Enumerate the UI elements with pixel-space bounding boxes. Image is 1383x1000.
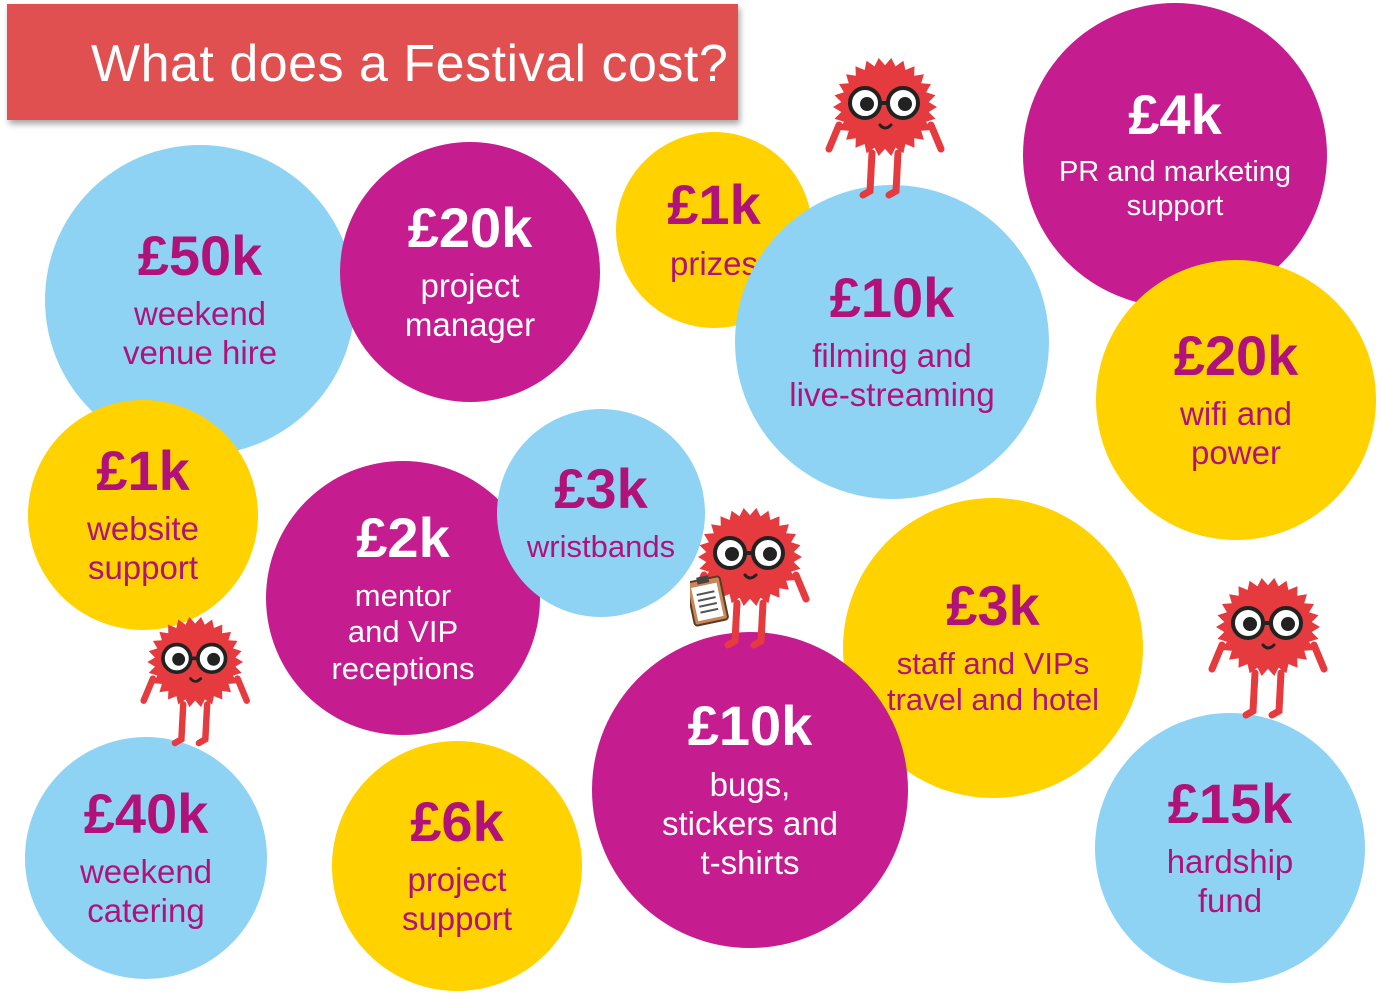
cost-description-line: power — [1191, 434, 1281, 472]
infographic: What does a Festival cost? £50k weekend ve… — [0, 0, 1383, 1000]
cost-bubble-hardship: £15k hardship fund — [1095, 713, 1365, 983]
cost-bubble-catering: £40k weekend catering — [25, 737, 267, 979]
cost-description-line: catering — [87, 892, 205, 930]
cost-description-line: weekend — [79, 853, 213, 891]
cost-description-line: fund — [1197, 882, 1263, 920]
cost-bubble-project-support: £6k project support — [332, 741, 582, 991]
cost-amount: £3k — [554, 457, 648, 521]
cost-description-line: t-shirts — [700, 843, 800, 881]
cost-description-line: support — [87, 549, 199, 587]
cost-bubble-venue-hire: £50k weekend venue hire — [45, 145, 355, 455]
title-banner: What does a Festival cost? — [7, 4, 738, 120]
cost-description-line: wristbands — [526, 529, 676, 565]
cost-description-line: and VIP — [347, 614, 459, 650]
cost-description-line: support — [1126, 190, 1224, 223]
cost-amount: £15k — [1167, 771, 1293, 835]
cost-bubble-wristbands: £3k wristbands — [497, 409, 705, 617]
cost-bubble-project-manager: £20k project manager — [340, 142, 600, 402]
cost-description-line: receptions — [331, 650, 475, 686]
cost-amount: £40k — [83, 781, 209, 845]
cost-description-line: staff and VIPs — [896, 645, 1090, 681]
cost-bubble-filming: £10k filming and live-streaming — [735, 185, 1049, 499]
cost-description-line: project — [420, 267, 520, 305]
cost-description-line: project — [407, 861, 507, 899]
page-title: What does a Festival cost? — [91, 35, 729, 93]
cost-description-line: bugs, — [709, 765, 791, 803]
cost-amount: £50k — [137, 223, 263, 287]
mascot-right — [1208, 577, 1328, 719]
cost-amount: £20k — [1173, 323, 1299, 387]
cost-amount: £4k — [1128, 83, 1222, 147]
cost-amount: £10k — [687, 694, 813, 758]
cost-bubble-merch: £10k bugs, stickers and t-shirts — [592, 632, 908, 948]
cost-amount: £1k — [667, 173, 761, 237]
cost-description-line: stickers and — [661, 804, 839, 842]
cost-description-line: manager — [404, 306, 536, 344]
cost-amount: £20k — [407, 195, 533, 259]
mascot-center-clipboard — [690, 507, 810, 649]
cost-bubble-website: £1k website support — [28, 400, 258, 630]
cost-bubble-wifi-power: £20k wifi and power — [1096, 260, 1376, 540]
cost-description-line: live-streaming — [789, 376, 995, 414]
cost-amount: £6k — [410, 789, 504, 853]
cost-description-line: hardship — [1166, 843, 1294, 881]
mascot-top — [825, 57, 945, 199]
mascot-left — [140, 617, 250, 747]
cost-description-line: travel and hotel — [887, 682, 1099, 718]
cost-description-line: weekend — [133, 295, 267, 333]
cost-description-line: support — [401, 900, 513, 938]
cost-amount: £2k — [356, 505, 450, 569]
cost-description-line: venue hire — [122, 334, 278, 372]
cost-description-line: website — [87, 510, 199, 548]
cost-description-line: prizes — [669, 244, 759, 282]
cost-description-line: PR and marketing — [1058, 156, 1292, 189]
cost-amount: £10k — [829, 265, 955, 329]
cost-description-line: wifi and — [1180, 395, 1292, 433]
cost-description-line: mentor — [354, 577, 452, 613]
cost-amount: £3k — [946, 574, 1040, 638]
cost-amount: £1k — [96, 438, 190, 502]
cost-bubble-pr-marketing: £4k PR and marketing support — [1023, 3, 1327, 307]
cost-description-line: filming and — [812, 337, 972, 375]
